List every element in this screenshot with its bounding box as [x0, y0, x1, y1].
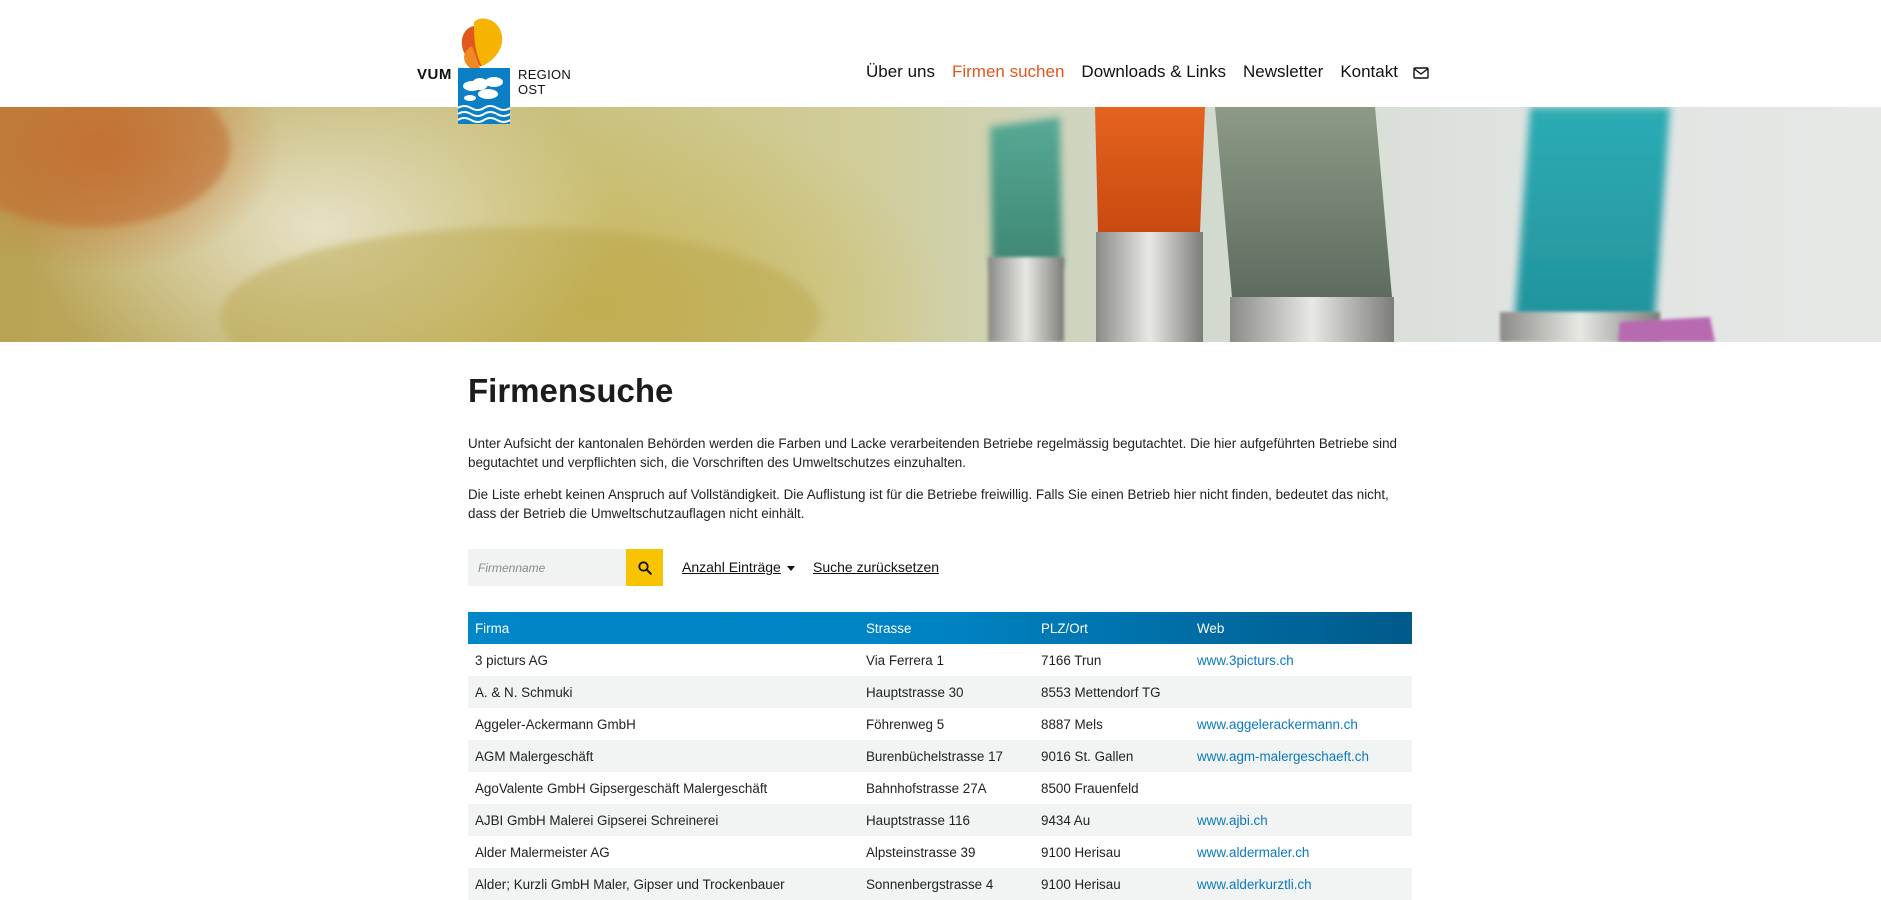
- cell-plz-ort: 8553 Mettendorf TG: [1041, 684, 1161, 700]
- entries-count-dropdown[interactable]: Anzahl Einträge: [682, 559, 795, 575]
- cell-plz-ort: 9434 Au: [1041, 812, 1091, 828]
- logo-vum-text: VUM: [417, 66, 452, 83]
- table-header-row: Firma Strasse PLZ/Ort Web: [468, 612, 1412, 644]
- main-nav: Über uns Firmen suchen Downloads & Links…: [866, 62, 1429, 82]
- paint-brushes-image: [0, 107, 1715, 342]
- cell-web: www.aggelerackermann.ch: [1190, 708, 1412, 740]
- cell-firma: A. & N. Schmuki: [475, 684, 573, 700]
- table-row: AgoValente GmbH Gipsergeschäft Malergesc…: [468, 772, 1412, 804]
- nav-item-downloads-links[interactable]: Downloads & Links: [1081, 62, 1226, 82]
- caret-down-icon: [786, 565, 795, 571]
- web-link[interactable]: www.ajbi.ch: [1197, 813, 1268, 828]
- nav-item-ueber-uns[interactable]: Über uns: [866, 62, 935, 82]
- table-row: Alder; Kurzli GmbH Maler, Gipser und Tro…: [468, 868, 1412, 900]
- cell-plz-ort: 8887 Mels: [1041, 716, 1103, 732]
- table-row: Aggeler-Ackermann GmbH Föhrenweg 5 8887 …: [468, 708, 1412, 740]
- web-link[interactable]: www.aldermaler.ch: [1197, 845, 1309, 860]
- entries-count-label: Anzahl Einträge: [682, 559, 781, 575]
- butterfly-logo-icon: [457, 18, 511, 124]
- column-header-strasse[interactable]: Strasse: [859, 612, 1034, 644]
- web-link[interactable]: www.agm-malergeschaeft.ch: [1197, 749, 1369, 764]
- cell-firma: Alder; Kurzli GmbH Maler, Gipser und Tro…: [475, 876, 785, 892]
- cell-strasse: Burenbüchelstrasse 17: [866, 748, 1003, 764]
- web-link[interactable]: www.aggelerackermann.ch: [1197, 717, 1358, 732]
- table-row: Alder Malermeister AG Alpsteinstrasse 39…: [468, 836, 1412, 868]
- web-link[interactable]: www.3picturs.ch: [1197, 653, 1294, 668]
- nav-item-newsletter[interactable]: Newsletter: [1243, 62, 1323, 82]
- envelope-icon[interactable]: [1413, 66, 1429, 80]
- cell-plz-ort: 9100 Herisau: [1041, 844, 1121, 860]
- search-icon: [637, 560, 652, 575]
- table-row: AGM Malergeschäft Burenbüchelstrasse 17 …: [468, 740, 1412, 772]
- cell-firma: AgoValente GmbH Gipsergeschäft Malergesc…: [475, 780, 768, 796]
- cell-strasse: Hauptstrasse 30: [866, 684, 964, 700]
- cell-strasse: Alpsteinstrasse 39: [866, 844, 976, 860]
- table-row: A. & N. Schmuki Hauptstrasse 30 8553 Met…: [468, 676, 1412, 708]
- column-header-plz-ort[interactable]: PLZ/Ort: [1034, 612, 1190, 644]
- page-title: Firmensuche: [468, 372, 674, 409]
- cell-web: www.ajbi.ch: [1190, 804, 1412, 836]
- nav-item-kontakt[interactable]: Kontakt: [1340, 62, 1398, 82]
- cell-strasse: Hauptstrasse 116: [866, 812, 970, 828]
- intro-paragraph-2: Die Liste erhebt keinen Anspruch auf Vol…: [468, 487, 1389, 521]
- column-header-firma[interactable]: Firma: [468, 612, 859, 644]
- cell-firma: 3 picturs AG: [475, 652, 548, 668]
- nav-item-firmen-suchen[interactable]: Firmen suchen: [952, 62, 1064, 82]
- company-search-input[interactable]: [468, 549, 626, 586]
- table-row: AJBI GmbH Malerei Gipserei Schreinerei H…: [468, 804, 1412, 836]
- cell-strasse: Sonnenbergstrasse 4: [866, 876, 994, 892]
- cell-plz-ort: 8500 Frauenfeld: [1041, 780, 1139, 796]
- cell-firma: AGM Malergeschäft: [475, 748, 594, 764]
- hero-image: [0, 107, 1881, 342]
- cell-plz-ort: 9100 Herisau: [1041, 876, 1121, 892]
- cell-strasse: Bahnhofstrasse 27A: [866, 780, 987, 796]
- table-row: 3 picturs AG Via Ferrera 1 7166 Trun www…: [468, 644, 1412, 676]
- cell-strasse: Via Ferrera 1: [866, 652, 944, 668]
- site-logo[interactable]: VUM REGION OST: [414, 16, 584, 128]
- cell-web: www.3picturs.ch: [1190, 644, 1412, 676]
- logo-region-text: REGION OST: [518, 67, 572, 97]
- cell-firma: Alder Malermeister AG: [475, 844, 610, 860]
- cell-firma: AJBI GmbH Malerei Gipserei Schreinerei: [475, 812, 719, 828]
- cell-web: www.aldermaler.ch: [1190, 836, 1412, 868]
- search-button[interactable]: [626, 549, 663, 586]
- site-header: VUM REGION OST Über uns Firmen suchen Do…: [0, 0, 1881, 124]
- cell-plz-ort: 7166 Trun: [1041, 652, 1102, 668]
- search-toolbar: Anzahl Einträge Suche zurücksetzen: [468, 549, 1412, 586]
- intro-paragraph-1: Unter Aufsicht der kantonalen Behörden w…: [468, 436, 1398, 470]
- cell-plz-ort: 9016 St. Gallen: [1041, 748, 1134, 764]
- company-table: Firma Strasse PLZ/Ort Web 3 picturs AG V…: [468, 612, 1412, 900]
- web-link[interactable]: www.alderkurztli.ch: [1197, 877, 1312, 892]
- cell-web: [1190, 772, 1412, 804]
- column-header-web[interactable]: Web: [1190, 612, 1412, 644]
- cell-web: [1190, 676, 1412, 708]
- cell-web: www.agm-malergeschaeft.ch: [1190, 740, 1412, 772]
- cell-web: www.alderkurztli.ch: [1190, 868, 1412, 900]
- reset-search-link[interactable]: Suche zurücksetzen: [813, 559, 939, 575]
- cell-strasse: Föhrenweg 5: [866, 716, 945, 732]
- cell-firma: Aggeler-Ackermann GmbH: [475, 716, 636, 732]
